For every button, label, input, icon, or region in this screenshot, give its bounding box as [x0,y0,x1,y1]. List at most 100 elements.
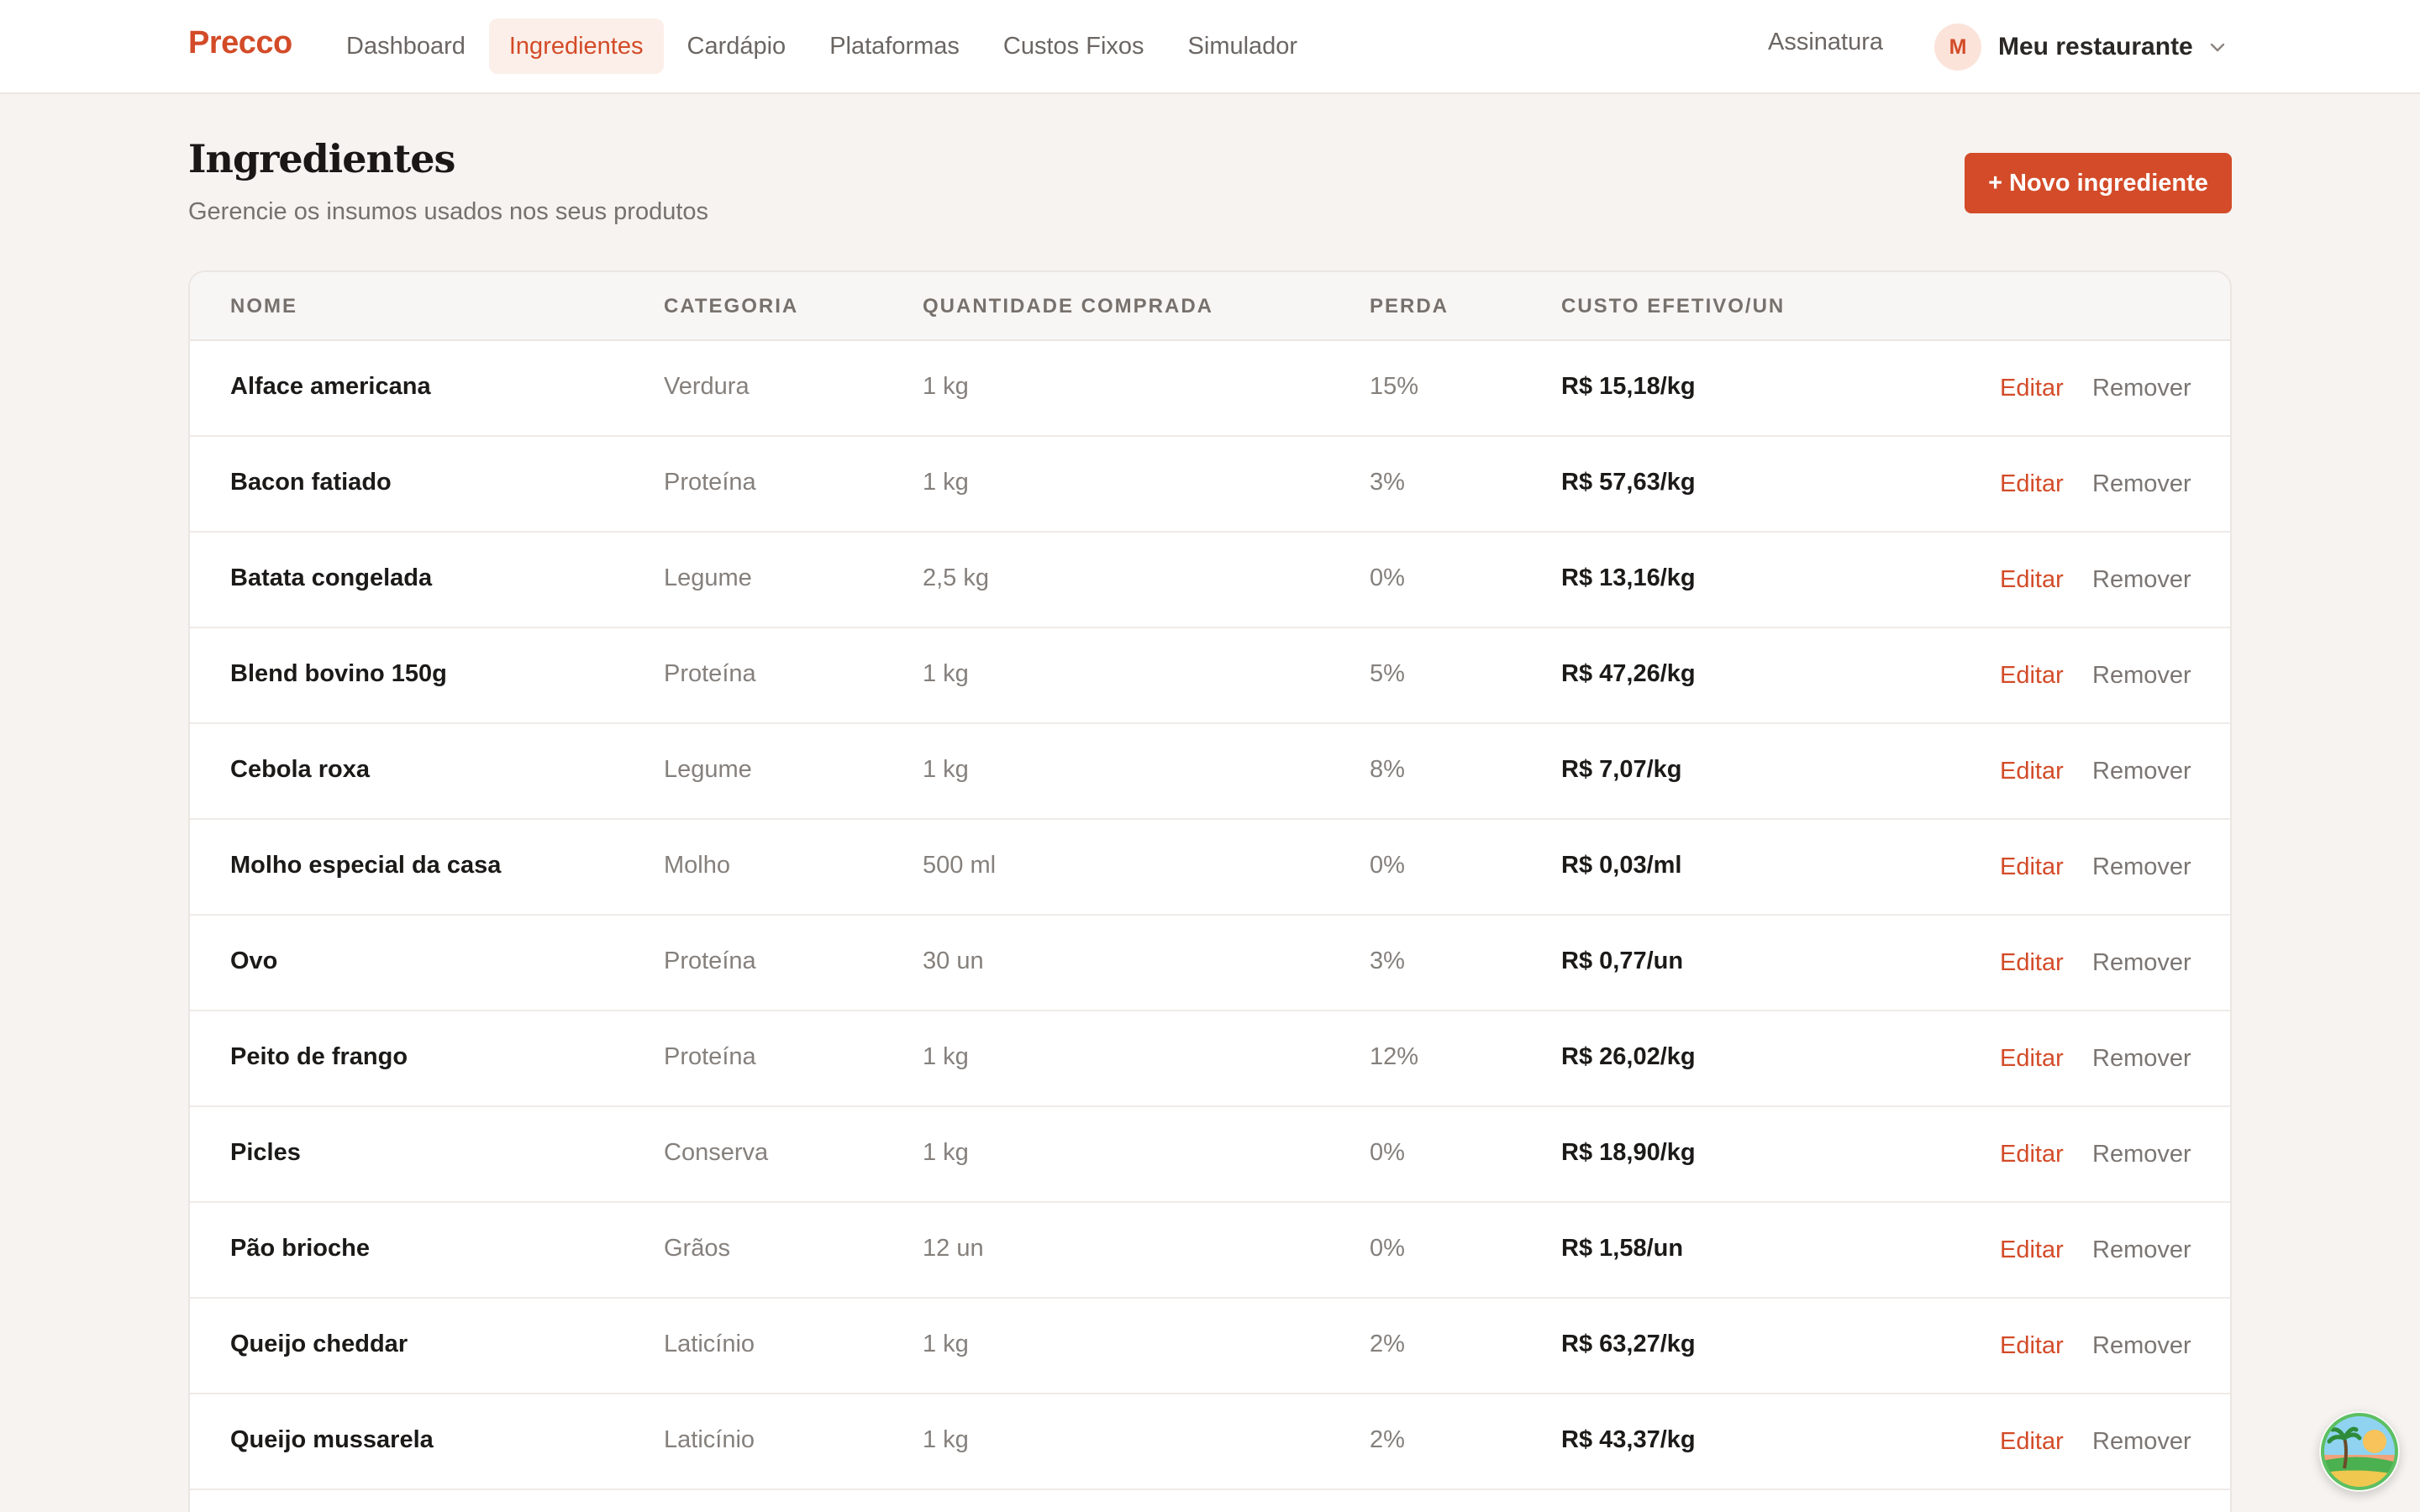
ingredient-name: Cebola roxa [230,756,370,783]
ingredient-effective-cost: R$ 47,26/kg [1561,660,1696,687]
column-header-nome: NOME [230,295,297,318]
account-menu[interactable]: M Meu restaurante [1934,22,2227,72]
avatar: M [1934,24,1981,71]
ingredient-loss: 2% [1370,1426,1405,1453]
ingredient-name: Bacon fatiado [230,469,392,496]
ingredient-quantity: 1 kg [923,1426,969,1453]
ingredient-quantity: 500 ml [923,852,997,879]
edit-button[interactable]: Editar [2000,470,2064,498]
chevron-down-icon [2210,43,2224,52]
ingredient-loss: 0% [1370,852,1405,879]
ingredient-loss: 0% [1370,1235,1405,1262]
ingredient-name: Pão brioche [230,1235,370,1262]
ingredient-loss: 12% [1370,1043,1419,1070]
table-row: Blend bovino 150g Proteína 1 kg 5% R$ 47,26/… [190,628,2230,724]
ingredient-effective-cost: R$ 7,07/kg [1561,756,1682,783]
edit-button[interactable]: Editar [2000,758,2064,785]
page-subtitle: Gerencie os insumos usados nos seus prod… [188,198,709,225]
ingredient-category: Grãos [664,1235,730,1262]
nav-item-simulador[interactable]: Simulador [1168,18,1318,74]
ingredient-category: Molho [664,852,730,879]
remove-button[interactable]: Remover [2092,853,2191,881]
nav-item-plataformas[interactable]: Plataformas [809,18,980,74]
ingredient-quantity: 1 kg [923,660,969,687]
ingredient-effective-cost: R$ 1,58/un [1561,1235,1684,1262]
ingredient-effective-cost: R$ 18,90/kg [1561,1139,1696,1166]
nav-item-cardapio[interactable]: Cardápio [667,18,807,74]
edit-button[interactable]: Editar [2000,566,2064,594]
ingredient-loss: 3% [1370,469,1405,496]
edit-button[interactable]: Editar [2000,1332,2064,1360]
page-title: Ingredientes [188,136,455,181]
edit-button[interactable]: Editar [2000,662,2064,690]
remove-button[interactable]: Remover [2092,949,2191,977]
ingredient-name: Blend bovino 150g [230,660,447,687]
ingredient-effective-cost: R$ 13,16/kg [1561,564,1696,591]
remove-button[interactable]: Remover [2092,1428,2191,1456]
ingredient-category: Proteína [664,948,756,974]
ingredient-effective-cost: R$ 26,02/kg [1561,1043,1696,1070]
edit-button[interactable]: Editar [2000,1141,2064,1168]
ingredient-quantity: 1 kg [923,1043,969,1070]
ingredient-effective-cost: R$ 43,37/kg [1561,1426,1696,1453]
ingredient-name: Peito de frango [230,1043,408,1070]
remove-button[interactable]: Remover [2092,1141,2191,1168]
table-row: Pão brioche Grãos 12 un 0% R$ 1,58/un Editar R… [190,1203,2230,1299]
remove-button[interactable]: Remover [2092,375,2191,402]
ingredient-category: Proteína [664,660,756,687]
edit-button[interactable]: Editar [2000,1428,2064,1456]
top-navigation-bar: Precco Dashboard Ingredientes Cardápio P… [0,0,2420,94]
ingredient-category: Legume [664,756,752,783]
nav-item-dashboard[interactable]: Dashboard [326,18,486,74]
remove-button[interactable]: Remover [2092,1236,2191,1264]
ingredient-name: Alface americana [230,373,431,400]
ingredient-loss: 8% [1370,756,1405,783]
ingredient-quantity: 1 kg [923,756,969,783]
remove-button[interactable]: Remover [2092,1332,2191,1360]
table-row: Queijo cheddar Laticínio 1 kg 2% R$ 63,27/kg… [190,1299,2230,1394]
table-row: Bacon fatiado Proteína 1 kg 3% R$ 57,63/kg Ed… [190,437,2230,533]
column-header-custo: CUSTO EFETIVO/UN [1561,295,1786,318]
remove-button[interactable]: Remover [2092,566,2191,594]
edit-button[interactable]: Editar [2000,375,2064,402]
table-header: NOME CATEGORIA QUANTIDADE COMPRADA PERDA… [190,272,2230,341]
ingredient-name: Molho especial da casa [230,852,502,879]
table-row: Batata congelada Legume 2,5 kg 0% R$ 13,16/k… [190,533,2230,628]
new-ingredient-button[interactable]: + Novo ingrediente [1965,153,2232,213]
remove-button[interactable]: Remover [2092,662,2191,690]
remove-button[interactable]: Remover [2092,470,2191,498]
ingredient-loss: 15% [1370,373,1419,400]
ingredient-loss: 5% [1370,660,1405,687]
nav-item-custos-fixos[interactable]: Custos Fixos [983,18,1165,74]
table-row: Cebola roxa Legume 1 kg 8% R$ 7,07/kg Editar R… [190,724,2230,820]
edit-button[interactable]: Editar [2000,1236,2064,1264]
edit-button[interactable]: Editar [2000,1045,2064,1073]
ingredient-quantity: 2,5 kg [923,564,989,591]
ingredient-name: Ovo [230,948,278,974]
column-header-quantidade: QUANTIDADE COMPRADA [923,295,1213,318]
remove-button[interactable]: Remover [2092,758,2191,785]
nav-item-ingredientes[interactable]: Ingredientes [488,18,664,74]
ingredient-effective-cost: R$ 57,63/kg [1561,469,1696,496]
ingredient-loss: 0% [1370,564,1405,591]
table-row: Alface americana Verdura 1 kg 15% R$ 15,18/k… [190,341,2230,437]
ingredient-category: Conserva [664,1139,769,1166]
floating-assistant-button[interactable] [2319,1411,2400,1492]
ingredient-name: Queijo cheddar [230,1331,408,1357]
edit-button[interactable]: Editar [2000,853,2064,881]
table-row: Ovo Proteína 30 un 3% R$ 0,77/un Editar Remove… [190,916,2230,1011]
ingredient-category: Proteína [664,469,756,496]
ingredient-category: Verdura [664,373,750,400]
ingredient-effective-cost: R$ 63,27/kg [1561,1331,1696,1357]
brand-logo[interactable]: Precco [188,25,292,61]
ingredient-name: Batata congelada [230,564,433,591]
subscription-link[interactable]: Assinatura [1768,29,1883,56]
column-header-categoria: CATEGORIA [664,295,799,318]
remove-button[interactable]: Remover [2092,1045,2191,1073]
ingredient-effective-cost: R$ 0,03/ml [1561,852,1682,879]
ingredient-category: Proteína [664,1043,756,1070]
ingredient-name: Queijo mussarela [230,1426,434,1453]
table-row: Picles Conserva 1 kg 0% R$ 18,90/kg Editar Rem… [190,1107,2230,1203]
main-nav: Dashboard Ingredientes Cardápio Platafor… [326,18,1321,74]
edit-button[interactable]: Editar [2000,949,2064,977]
